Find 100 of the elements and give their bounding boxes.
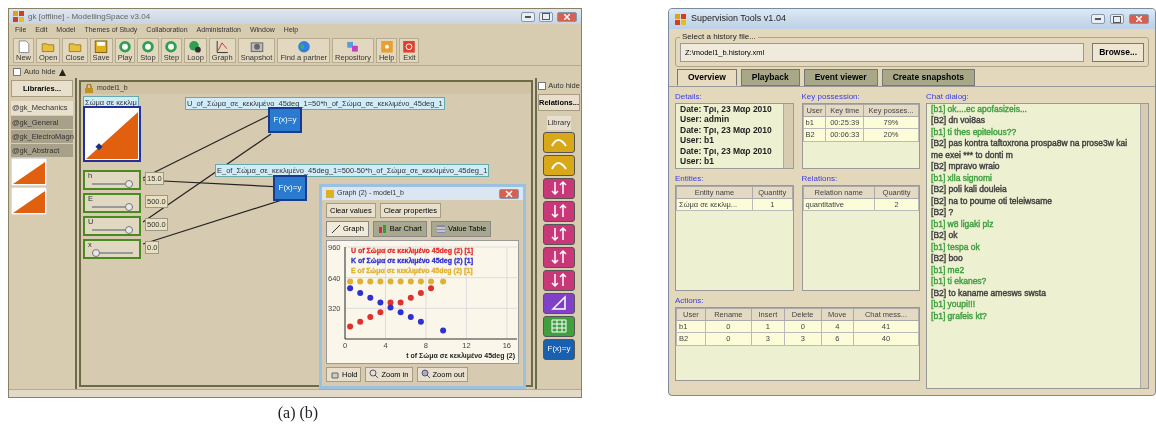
graph-window-icon [326,189,334,198]
slider-thumb[interactable] [92,249,101,257]
minimize-icon [525,15,531,18]
section-heading: Chat dialog: [926,90,970,103]
chat-message: [b1] xlla signomi [931,172,993,185]
relation-tool-button[interactable] [543,246,575,268]
question-icon [379,40,394,54]
relation-tool-button[interactable] [543,154,575,176]
chat-message: [b1] ti thes epitelous?? [931,126,1018,139]
scrollbar[interactable] [782,103,793,168]
chat-message: [B2] ? [931,207,955,219]
window-title: Supervision Tools v1.04 [691,12,787,26]
chat-message: [B2] dn voi8as [931,115,986,127]
window-title: gk [offline] - ModellingSpace v3.04 [28,10,152,23]
relation-tool-button[interactable] [543,177,575,199]
detail-line: User: b1 [680,135,715,146]
detail-line: Date: Τρι, 23 Μαρ 2010 [680,145,773,157]
maximize-button[interactable] [539,11,553,22]
detail-line: Date: Τρι, 23 Μαρ 2010 [680,103,773,115]
browse-button[interactable]: Browse... [1092,43,1144,62]
pin-icon [58,68,66,76]
relation-tool-button[interactable] [543,292,575,314]
data-point [357,278,364,284]
arrows-icon [550,226,568,242]
relation-tool-button[interactable] [543,315,575,337]
loop-icon [188,40,203,54]
data-point [377,308,384,315]
arrows-icon [550,272,568,288]
magnifier-icon [420,369,431,380]
data-point [417,318,424,325]
lock-icon [85,83,93,93]
camera-icon [249,40,264,54]
ring-icon [141,40,155,54]
data-point [440,326,447,333]
ring-icon [164,40,179,54]
data-point [397,308,404,315]
section-heading: Entities: [675,172,705,185]
close-button[interactable] [499,188,519,199]
figure-caption: (a) (b) [277,404,319,421]
close-icon [1136,16,1142,22]
checkbox[interactable] [13,68,21,76]
chat-message: [b1] ti ekanes? [931,276,988,288]
app-logo-icon [675,13,686,25]
detail-line: User: b1 [680,156,715,167]
slider-thumb[interactable] [124,203,133,211]
ring-icon [117,40,132,54]
scrollbar[interactable] [9,389,581,397]
chat-message: [B2] na to poume oti teleiwsame [931,195,1054,208]
magnifier-icon [369,369,380,380]
detail-line: Date: Τρι, 23 Μαρ 2010 [680,124,773,136]
grid-icon [550,318,568,334]
function-node[interactable]: F(x)=y [273,175,307,201]
slider-thumb[interactable] [124,226,133,234]
chat-message: [B2] poli kali douleia [931,184,1008,196]
data-point [417,289,424,296]
triangle-thumbnail-icon [11,187,47,216]
tab[interactable]: Overview [677,69,737,86]
chat-message: [b1] tespa ok [931,241,981,254]
chat-message: [B2] pas kontra taftoxrona prospa8w na prose3w kai me exei *** to donti m [931,138,1129,162]
close-icon [564,13,570,20]
detail-line: User: admin [680,114,731,125]
graph-icon [215,40,230,54]
exit-icon [402,40,417,54]
chat-message: [b1] ok....ec apofasizeis... [931,103,1028,116]
minimize-button[interactable] [1091,14,1105,24]
data-point [440,278,447,284]
close-button[interactable] [557,11,577,22]
globe-icon [296,40,311,54]
triangle-entity-icon [83,106,141,162]
arrows-icon [550,180,568,196]
chat-message: [b1] grafeis kt? [931,310,988,323]
scrollbar[interactable] [1140,103,1148,388]
slider-thumb[interactable] [124,180,133,188]
relation-tool-button[interactable] [543,269,575,291]
maximize-icon [1113,15,1121,23]
function-node[interactable]: F(x)=y [268,107,302,133]
section-heading: Relations: [801,172,839,185]
minimize-button[interactable] [521,11,535,22]
chat-message: [B2] ok [931,230,959,242]
page-icon [16,40,31,54]
section-heading: Actions: [675,294,705,307]
data-point [347,323,354,329]
data-point [407,294,414,301]
chat-message: [b1] me2 [931,264,966,277]
tab[interactable]: Event viewer [803,69,878,86]
relation-tool-button[interactable] [543,131,575,153]
checkbox[interactable] [538,82,547,90]
close-button[interactable] [1129,14,1149,24]
relation-tool-button[interactable]: F(x)=y [543,338,575,360]
relation-tool-button[interactable] [543,223,575,245]
tab[interactable]: Create snapshots [881,69,975,86]
tab[interactable]: Playback [740,69,800,86]
data-point [387,278,394,284]
maximize-button[interactable] [1110,14,1124,24]
minimize-icon [1095,18,1101,20]
data-point [367,278,374,284]
section-heading: Key possession: [801,90,861,103]
relation-tool-button[interactable] [543,200,575,222]
data-point [407,313,414,320]
triangle-thumbnail-icon [11,158,47,187]
